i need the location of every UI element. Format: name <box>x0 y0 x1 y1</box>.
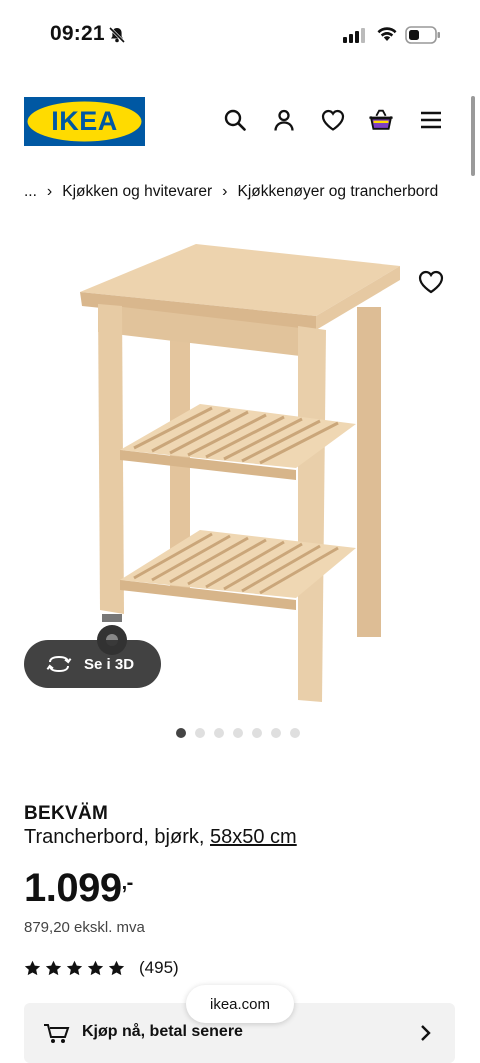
price-ex-vat: 879,20 ekskl. mva <box>24 919 145 936</box>
battery-icon <box>405 26 441 49</box>
url-bar[interactable]: ikea.com <box>186 985 294 1023</box>
see-in-3d-button[interactable]: Se i 3D <box>24 640 161 688</box>
status-bar: 09:21 <box>0 0 480 70</box>
menu-icon[interactable] <box>418 107 444 133</box>
star-icon <box>66 960 83 976</box>
star-icon <box>45 960 62 976</box>
bell-off-icon <box>108 26 126 49</box>
product-rating[interactable]: (495) <box>24 958 179 978</box>
chevron-right-icon <box>420 1024 432 1047</box>
cellular-signal-icon <box>343 27 367 48</box>
star-icon <box>87 960 104 976</box>
product-type: Trancherbord, bjørk, <box>24 826 205 848</box>
carousel-dot[interactable] <box>176 728 186 738</box>
carousel-dot[interactable] <box>290 728 300 738</box>
search-icon[interactable] <box>222 107 248 133</box>
carousel-dot[interactable] <box>233 728 243 738</box>
carousel-dot[interactable] <box>271 728 281 738</box>
review-count: (495) <box>139 958 179 977</box>
breadcrumb-kitchen[interactable]: Kjøkken og hvitevarer <box>62 183 212 201</box>
breadcrumb-kitchen-islands[interactable]: Kjøkkenøyer og trancherbord <box>237 183 438 201</box>
site-header: IKEA <box>0 95 480 147</box>
status-time: 09:21 <box>50 22 105 45</box>
product-description: Trancherbord, bjørk, 58x50 cm <box>24 826 297 849</box>
logo-text: IKEA <box>51 106 118 136</box>
wifi-icon <box>376 25 398 47</box>
carousel-dot[interactable] <box>214 728 224 738</box>
url-domain: ikea.com <box>209 995 271 1013</box>
user-icon[interactable] <box>271 107 297 133</box>
image-carousel-indicator <box>176 728 300 738</box>
carousel-dot[interactable] <box>195 728 205 738</box>
see-in-3d-label: Se i 3D <box>84 655 135 673</box>
breadcrumb: ... › Kjøkken og hvitevarer › Kjøkkenøye… <box>24 183 438 201</box>
cart-icon <box>42 1021 70 1050</box>
carousel-dot[interactable] <box>252 728 262 738</box>
chevron-right-icon: › <box>46 183 53 200</box>
product-size-link[interactable]: 58x50 cm <box>210 826 297 848</box>
buy-now-label: Kjøp nå, betal senere <box>82 1023 243 1040</box>
star-icon <box>24 960 41 976</box>
ikea-logo[interactable]: IKEA <box>24 97 145 146</box>
shopping-basket-icon[interactable] <box>368 107 394 133</box>
price-main: 1.099 <box>24 866 122 910</box>
rotate-3d-icon <box>46 655 72 673</box>
add-to-wishlist-heart-icon[interactable] <box>418 270 444 296</box>
product-price: 1.099,- <box>24 866 133 911</box>
price-suffix: ,- <box>121 872 134 894</box>
product-name: BEKVÄM <box>24 803 109 824</box>
rating-stars <box>24 960 125 976</box>
heart-icon[interactable] <box>320 107 346 133</box>
star-icon <box>108 960 125 976</box>
chevron-right-icon: › <box>222 183 228 200</box>
breadcrumb-more[interactable]: ... <box>24 183 37 201</box>
